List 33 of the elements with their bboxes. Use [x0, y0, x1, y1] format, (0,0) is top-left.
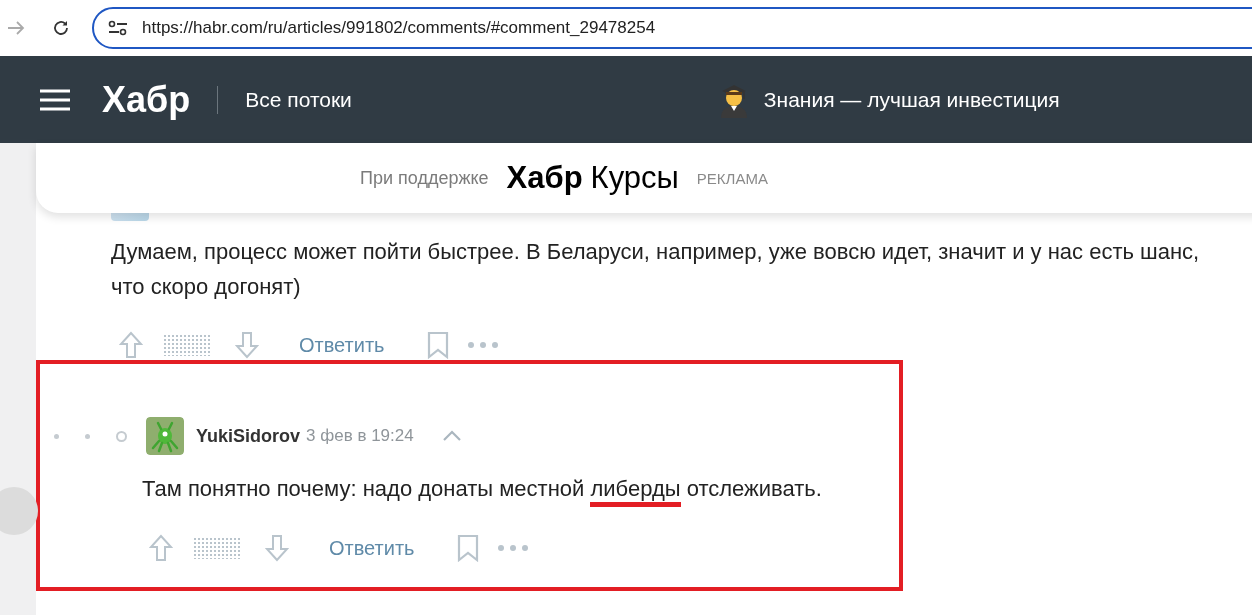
more-dots-icon[interactable]: [466, 341, 499, 349]
promo-link[interactable]: Знания — лучшая инвестиция: [763, 87, 1060, 112]
forward-arrow-icon[interactable]: [7, 20, 25, 36]
comment-text: Думаем, процесс может пойти быстрее. В Беларуси, например, уже вовсю идет, значит и у нас есть шанс, что скоро догонят): [111, 238, 1201, 301]
downvote-arrow-icon[interactable]: [265, 534, 289, 562]
ad-label: РЕКЛАМА: [696, 169, 768, 187]
upvote-arrow-icon[interactable]: [149, 534, 173, 562]
comment-author[interactable]: YukiSidorov: [196, 425, 301, 447]
comment-text: Там понятно почему: надо донаты местной либерды отслеживать.: [142, 471, 899, 506]
thread-ring: [116, 430, 127, 442]
thread-dot: [85, 433, 90, 439]
section-link[interactable]: Все потоки: [245, 87, 352, 112]
reply-button[interactable]: Ответить: [329, 536, 415, 560]
chevron-up-icon[interactable]: [441, 430, 462, 442]
menu-icon[interactable]: [40, 88, 70, 111]
more-dots-icon[interactable]: [496, 544, 529, 552]
side-scroll-handle[interactable]: [0, 487, 38, 535]
bookmark-icon[interactable]: [426, 331, 449, 359]
hidden-score: [163, 334, 211, 356]
reply-button[interactable]: Ответить: [299, 333, 385, 357]
sponsor-logo[interactable]: Хабр Курсы: [506, 160, 679, 196]
bookmark-icon[interactable]: [456, 534, 479, 562]
user-avatar[interactable]: [146, 417, 184, 455]
sponsor-caption: При поддержке: [360, 167, 489, 189]
downvote-arrow-icon[interactable]: [235, 331, 259, 359]
upvote-arrow-icon[interactable]: [119, 331, 143, 359]
site-settings-icon[interactable]: [108, 20, 128, 36]
thread-dot: [54, 433, 59, 439]
site-logo[interactable]: Хабр: [102, 78, 191, 121]
user-avatar[interactable]: [111, 213, 149, 221]
address-bar[interactable]: https://habr.com/ru/articles/991802/comments/#comment_29478254: [92, 7, 1252, 49]
reload-icon[interactable]: [52, 19, 70, 37]
hidden-score: [193, 537, 241, 559]
